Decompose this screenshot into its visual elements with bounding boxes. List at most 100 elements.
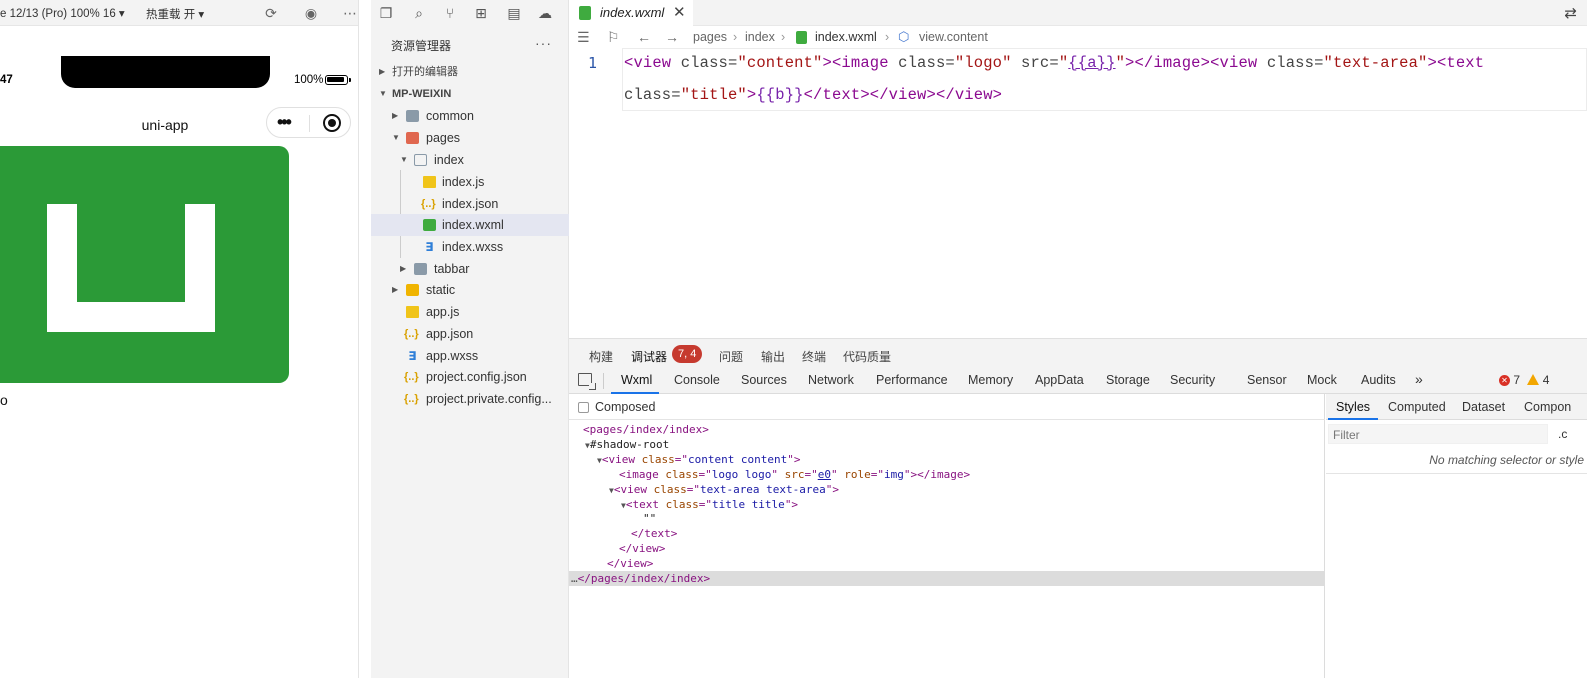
tab-network[interactable]: Network xyxy=(808,373,854,387)
more-icon[interactable]: ⋯ xyxy=(341,4,358,22)
source-control-icon[interactable]: ⑂ xyxy=(441,4,459,22)
tree-item-app-json[interactable]: {..} app.json xyxy=(371,323,569,345)
chevron-right-icon: ▶ xyxy=(392,285,399,294)
tab-terminal[interactable]: 终端 xyxy=(802,348,826,365)
tab-sources[interactable]: Sources xyxy=(741,373,787,387)
extensions-icon[interactable]: ⊞ xyxy=(472,4,490,22)
class-toggle-button[interactable]: .c xyxy=(1558,427,1567,441)
tab-component[interactable]: Compon xyxy=(1524,400,1571,414)
json-file-icon: {..} xyxy=(404,371,419,383)
section-project[interactable]: ▼ MP-WEIXIN xyxy=(371,83,569,105)
static-folder-icon xyxy=(406,284,419,296)
breadcrumb-index[interactable]: index xyxy=(745,30,775,44)
chevron-down-icon: ▼ xyxy=(392,133,400,142)
dom-node-page-root[interactable]: <pages/index/index> xyxy=(583,423,709,437)
tab-debugger[interactable]: 调试器 xyxy=(631,348,667,365)
tree-item-app-js[interactable]: app.js xyxy=(371,301,569,323)
tab-sensor[interactable]: Sensor xyxy=(1247,373,1287,387)
code-line-1-wrapped[interactable]: class="title">{{b}}</text></view></view> xyxy=(624,86,1002,104)
menu-dots-icon[interactable]: ••• xyxy=(277,113,292,131)
tree-item-pages[interactable]: ▼ pages xyxy=(371,127,569,149)
explorer-more-icon[interactable]: ··· xyxy=(535,35,552,51)
dom-node-view-content[interactable]: ▼<view class="content content"> xyxy=(597,453,801,468)
tree-item-app-wxss[interactable]: ∃ app.wxss xyxy=(371,345,569,367)
tree-item-index-wxss[interactable]: ∃ index.wxss xyxy=(371,236,569,258)
app-logo-image xyxy=(0,146,289,383)
breadcrumb-pages[interactable]: pages xyxy=(693,30,727,44)
pages-folder-icon xyxy=(406,132,419,144)
tab-problems[interactable]: 问题 xyxy=(719,348,743,365)
styles-filter-input[interactable]: Filter xyxy=(1328,424,1548,444)
tree-item-static[interactable]: ▶ static xyxy=(371,279,569,301)
dom-node-view-text-area[interactable]: ▼<view class="text-area text-area"> xyxy=(609,483,839,498)
breadcrumb-symbol[interactable]: view.content xyxy=(919,30,988,44)
json-file-icon: {..} xyxy=(404,328,419,340)
code-line-1[interactable]: <view class="content"><image class="logo… xyxy=(624,54,1484,72)
docker-icon[interactable]: ☁ xyxy=(536,4,554,22)
tree-item-index-folder[interactable]: ▼ index xyxy=(371,149,569,171)
refresh-icon[interactable]: ⟳ xyxy=(262,4,280,22)
breadcrumb-separator: › xyxy=(733,30,738,44)
dom-node-image-logo[interactable]: <image class="logo logo" src="e0" role="… xyxy=(619,468,970,482)
tab-styles[interactable]: Styles xyxy=(1336,400,1370,414)
tab-audits[interactable]: Audits xyxy=(1361,373,1396,387)
json-file-icon: {..} xyxy=(421,198,436,210)
section-open-editors[interactable]: ▶ 打开的编辑器 xyxy=(371,61,569,83)
tab-appdata[interactable]: AppData xyxy=(1035,373,1084,387)
tab-mock[interactable]: Mock xyxy=(1307,373,1337,387)
composed-checkbox[interactable] xyxy=(578,402,589,413)
collapsed-chevron-icon: ▶ xyxy=(379,67,386,76)
compare-changes-icon[interactable]: ⇄ xyxy=(1564,4,1577,22)
tree-item-tabbar[interactable]: ▶ tabbar xyxy=(371,258,569,280)
tree-item-index-js[interactable]: index.js xyxy=(371,171,569,193)
dom-node-page-close[interactable]: …</pages/index/index> xyxy=(571,572,710,586)
tab-storage[interactable]: Storage xyxy=(1106,373,1150,387)
error-count: 7 xyxy=(1513,373,1521,387)
mini-program-capsule[interactable]: ••• xyxy=(266,107,351,138)
dom-text-content[interactable]: "" xyxy=(643,512,656,526)
stop-icon[interactable]: ◉ xyxy=(302,4,320,22)
tab-performance[interactable]: Performance xyxy=(876,373,948,387)
tree-item-common[interactable]: ▶ common xyxy=(371,105,569,127)
search-icon[interactable]: ⌕ xyxy=(410,4,428,22)
tab-index-wxml[interactable]: index.wxml ✕ xyxy=(569,0,693,26)
tab-security[interactable]: Security xyxy=(1170,373,1215,387)
tree-item-project-config[interactable]: {..} project.config.json xyxy=(371,366,569,388)
hot-reload-toggle[interactable]: 热重载 开 ▾ xyxy=(146,6,204,22)
files-icon[interactable]: ❐ xyxy=(377,4,395,22)
debug-icon[interactable]: ▤ xyxy=(505,4,523,22)
close-target-icon[interactable] xyxy=(323,114,341,132)
expanded-chevron-icon: ▼ xyxy=(379,89,387,98)
tab-wxml[interactable]: Wxml xyxy=(621,373,652,387)
bookmark-icon[interactable]: ⚐ xyxy=(607,29,620,46)
more-tabs-icon[interactable]: » xyxy=(1415,371,1423,387)
list-icon[interactable]: ☰ xyxy=(577,29,590,46)
divider xyxy=(1326,473,1587,474)
folder-open-icon xyxy=(414,154,427,166)
forward-arrow-icon[interactable]: → xyxy=(665,29,679,45)
tab-code-quality[interactable]: 代码质量 xyxy=(843,348,891,365)
tree-item-index-wxml[interactable]: index.wxml xyxy=(371,214,569,236)
device-selector[interactable]: e 12/13 (Pro) 100% 16 ▾ xyxy=(0,6,125,20)
error-warning-counter[interactable]: ✕ 7 4 xyxy=(1499,373,1549,387)
tab-computed[interactable]: Computed xyxy=(1388,400,1446,414)
tree-item-index-json[interactable]: {..} index.json xyxy=(371,193,569,215)
breadcrumb-file[interactable]: index.wxml xyxy=(815,30,877,44)
tab-dataset[interactable]: Dataset xyxy=(1462,400,1505,414)
simulator-toolbar: e 12/13 (Pro) 100% 16 ▾ 热重载 开 ▾ ⟳ ◉ ⋯ xyxy=(0,0,358,26)
tab-memory[interactable]: Memory xyxy=(968,373,1013,387)
dom-close-text: </text> xyxy=(631,527,678,540)
error-icon: ✕ xyxy=(1499,375,1510,386)
back-arrow-icon[interactable]: ← xyxy=(637,29,651,45)
dom-node-text-title[interactable]: ▼<text class="title title"> xyxy=(621,498,798,513)
chevron-right-icon: ▶ xyxy=(392,111,399,120)
tab-output[interactable]: 输出 xyxy=(761,348,785,365)
tab-build[interactable]: 构建 xyxy=(589,348,613,365)
dom-node-shadow-root[interactable]: ▼#shadow-root xyxy=(585,438,669,453)
wxml-file-icon xyxy=(796,31,807,44)
inspect-element-icon[interactable] xyxy=(578,373,596,390)
status-time: 47 xyxy=(0,74,13,86)
close-tab-icon[interactable]: ✕ xyxy=(673,3,686,21)
tab-console[interactable]: Console xyxy=(674,373,720,387)
tree-item-project-private-config[interactable]: {..} project.private.config... xyxy=(371,388,569,410)
